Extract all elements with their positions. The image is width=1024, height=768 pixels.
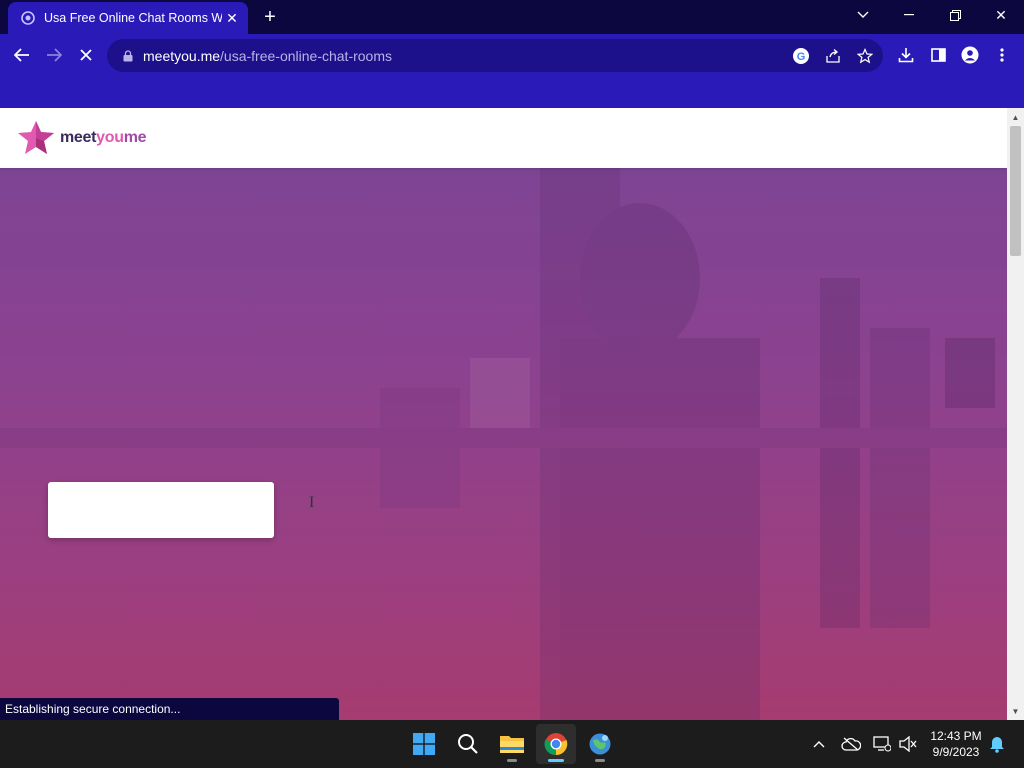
url-domain: meetyou.me [143,47,221,64]
chrome-taskbar-button[interactable] [536,724,576,764]
scroll-down-icon[interactable]: ▼ [1007,704,1024,718]
site-logo[interactable]: meetyoume [16,120,147,156]
active-indicator [548,759,564,762]
text-cursor-icon: I [309,494,315,511]
close-icon[interactable]: ✕ [222,8,242,28]
chrome-menu-button[interactable] [987,40,1017,70]
svg-text:G: G [797,51,806,63]
star-icon[interactable] [852,43,878,69]
network-button[interactable] [870,730,894,758]
download-icon [898,48,914,63]
clock-date: 9/9/2023 [932,745,980,759]
running-indicator [595,759,605,762]
web-page: meetyoume I [0,108,1007,720]
cloud-offline-icon [841,737,861,751]
google-icon[interactable]: G [788,43,814,69]
volume-muted-icon [899,736,917,752]
scroll-thumb[interactable] [1010,126,1021,256]
site-header: meetyoume [0,108,1007,168]
taskbar-search-button[interactable] [448,724,488,764]
back-arrow-icon [14,48,29,62]
hero-banner: I [0,168,1007,720]
stop-loading-button[interactable] [71,40,101,70]
browser-titlebar: Usa Free Online Chat Rooms With ✕ + ✕ [0,0,1024,34]
back-button[interactable] [7,40,37,70]
notifications-button[interactable] [985,730,1009,758]
system-clock[interactable]: 12:43 PM 9/9/2023 [924,728,988,760]
hero-background-photo [0,168,1007,720]
window-close-button[interactable]: ✕ [978,0,1024,30]
tab-search-button[interactable] [840,0,886,30]
url-path: /usa-free-online-chat-rooms [220,47,393,64]
scroll-up-icon[interactable]: ▲ [1007,110,1024,124]
logo-text: meetyoume [60,129,147,146]
side-panel-button[interactable] [923,40,953,70]
restore-button[interactable] [932,0,978,30]
bookmark-bar [0,77,1024,108]
status-bubble: Establishing secure connection... [0,698,339,720]
stop-loading-icon [80,49,92,61]
chevron-up-icon [813,741,825,748]
windows-taskbar: 12:43 PM 9/9/2023 [0,720,1024,768]
browser-toolbar: meetyou.me /usa-free-online-chat-rooms G [0,34,1024,77]
file-explorer-button[interactable] [492,724,532,764]
network-icon [873,736,891,752]
browser-taskbar-button[interactable] [580,724,620,764]
onedrive-button[interactable] [839,730,863,758]
forward-arrow-icon [47,48,62,62]
restore-icon [949,9,961,21]
forward-button[interactable] [39,40,69,70]
tab-favicon-icon [20,10,36,26]
minimize-icon [904,14,914,16]
clock-time: 12:43 PM [930,729,982,743]
star-logo-icon [18,121,54,154]
running-indicator [507,759,517,762]
chrome-icon [544,733,568,756]
white-card[interactable] [48,482,274,538]
windows-start-icon [413,733,435,755]
plus-icon: + [264,5,276,28]
volume-button[interactable] [896,730,920,758]
address-bar[interactable]: meetyou.me /usa-free-online-chat-rooms G [107,39,883,72]
new-tab-button[interactable]: + [258,6,282,28]
side-panel-icon [930,48,946,62]
tab-title: Usa Free Online Chat Rooms With [44,11,222,25]
page-scrollbar[interactable]: ▲ ▼ [1007,108,1024,720]
start-button[interactable] [404,724,444,764]
profile-icon [961,46,979,64]
lock-icon[interactable] [121,49,135,63]
menu-dots-icon [1000,48,1004,62]
browser-tab-active[interactable]: Usa Free Online Chat Rooms With ✕ [8,2,248,34]
minimize-button[interactable] [886,0,932,30]
show-hidden-icons-button[interactable] [807,730,831,758]
file-explorer-icon [500,736,524,753]
downloads-button[interactable] [891,40,921,70]
share-icon[interactable] [820,43,846,69]
browser-globe-icon [589,733,611,755]
window-close-icon: ✕ [995,6,1007,23]
search-icon [458,734,478,754]
profile-button[interactable] [955,40,985,70]
chevron-down-icon [857,11,869,18]
bell-icon [990,736,1004,753]
